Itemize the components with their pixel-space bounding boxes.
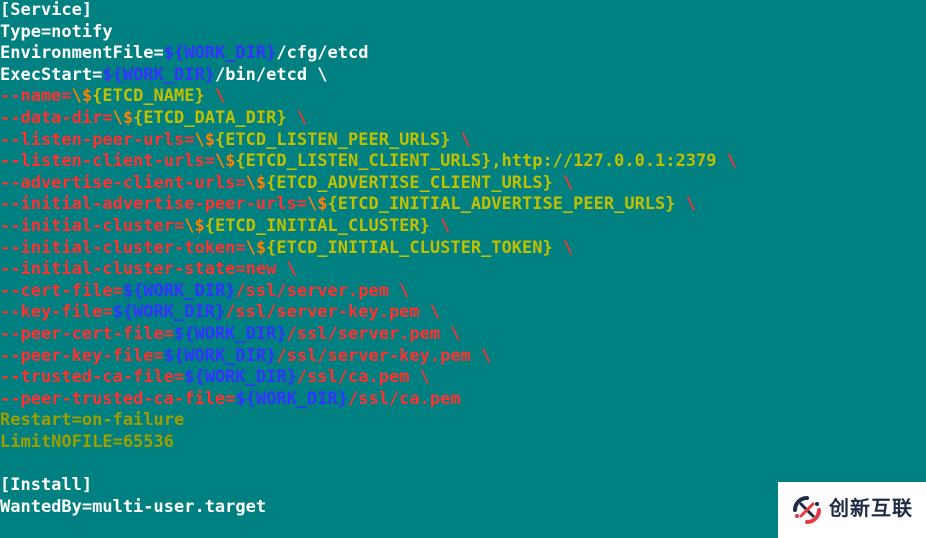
code-segment: \ (205, 86, 225, 106)
code-segment: --peer-cert-file= (0, 324, 174, 344)
code-line: --data-dir=\${ETCD_DATA_DIR} \ (0, 108, 307, 128)
code-segment: ${WORK_DIR} (184, 367, 297, 387)
code-segment: \ (430, 216, 450, 236)
code-segment: --peer-trusted-ca-file= (0, 389, 235, 409)
code-segment: --trusted-ca-file= (0, 367, 184, 387)
code-segment: --cert-file= (0, 281, 123, 301)
code-segment: {ETCD_INITIAL_ADVERTISE_PEER_URLS} (328, 194, 676, 214)
code-segment: /cfg/etcd (276, 43, 368, 63)
code-line: ExecStart=${WORK_DIR}/bin/etcd \ (0, 65, 328, 85)
code-segment: EnvironmentFile= (0, 43, 164, 63)
code-line: --peer-cert-file=${WORK_DIR}/ssl/server.… (0, 324, 461, 344)
code-segment: ${WORK_DIR} (164, 346, 277, 366)
code-segment: \ (287, 108, 307, 128)
code-line: --listen-client-urls=\${ETCD_LISTEN_CLIE… (0, 151, 737, 171)
code-segment: --initial-cluster= (0, 216, 184, 236)
code-segment: \ (450, 130, 470, 150)
code-segment: Restart=on-failure (0, 410, 184, 430)
code-line: [Service] (0, 0, 92, 20)
code-segment: ${WORK_DIR} (123, 281, 236, 301)
watermark-logo-icon (791, 494, 823, 526)
code-segment: /ssl/server.pem \ (235, 281, 409, 301)
code-segment: /bin/etcd \ (215, 65, 328, 85)
watermark-text: 创新互联 (829, 499, 913, 521)
code-segment: --key-file= (0, 302, 113, 322)
code-segment: ExecStart= (0, 65, 102, 85)
code-line: LimitNOFILE=65536 (0, 432, 174, 452)
code-segment: --name= (0, 86, 72, 106)
code-segment: ${WORK_DIR} (113, 302, 226, 322)
code-segment: {ETCD_ADVERTISE_CLIENT_URLS} (266, 173, 553, 193)
code-line: WantedBy=multi-user.target (0, 497, 266, 517)
code-line: --initial-advertise-peer-urls=\${ETCD_IN… (0, 194, 696, 214)
code-segment: --advertise-client-urls= (0, 173, 246, 193)
code-segment: \$ (113, 108, 133, 128)
code-line: --name=\${ETCD_NAME} \ (0, 86, 225, 106)
code-segment: \$ (246, 173, 266, 193)
code-segment: {ETCD_LISTEN_CLIENT_URLS},http://127.0.0… (235, 151, 716, 171)
code-segment: WantedBy=multi-user.target (0, 497, 266, 517)
code-line: --advertise-client-urls=\${ETCD_ADVERTIS… (0, 173, 573, 193)
code-segment: Type=notify (0, 22, 113, 42)
code-line: --peer-key-file=${WORK_DIR}/ssl/server-k… (0, 346, 491, 366)
code-line: --trusted-ca-file=${WORK_DIR}/ssl/ca.pem… (0, 367, 430, 387)
code-segment: \ (716, 151, 736, 171)
code-segment: \$ (184, 216, 204, 236)
code-segment: {ETCD_NAME} (92, 86, 205, 106)
code-segment: --listen-peer-urls= (0, 130, 194, 150)
code-block: [Service] Type=notify EnvironmentFile=${… (0, 0, 926, 518)
code-segment: \$ (194, 130, 214, 150)
code-segment: {ETCD_INITIAL_CLUSTER_TOKEN} (266, 238, 553, 258)
code-segment: /ssl/ca.pem \ (297, 367, 430, 387)
code-segment: LimitNOFILE=65536 (0, 432, 174, 452)
code-line: --key-file=${WORK_DIR}/ssl/server-key.pe… (0, 302, 440, 322)
code-segment: \$ (307, 194, 327, 214)
code-segment: {ETCD_INITIAL_CLUSTER} (205, 216, 430, 236)
code-segment: \$ (246, 238, 266, 258)
code-segment: --initial-cluster-token= (0, 238, 246, 258)
code-segment: {ETCD_DATA_DIR} (133, 108, 287, 128)
watermark: 创新互联 (778, 482, 926, 538)
code-line: [Install] (0, 475, 92, 495)
code-line: --initial-cluster-token=\${ETCD_INITIAL_… (0, 238, 573, 258)
code-line: --initial-cluster=\${ETCD_INITIAL_CLUSTE… (0, 216, 450, 236)
code-segment: /ssl/ca.pem (348, 389, 461, 409)
code-line: Restart=on-failure (0, 410, 184, 430)
code-segment: --listen-client-urls= (0, 151, 215, 171)
code-segment: \ (676, 194, 696, 214)
code-line: --listen-peer-urls=\${ETCD_LISTEN_PEER_U… (0, 130, 471, 150)
code-segment: --data-dir= (0, 108, 113, 128)
code-segment: /ssl/server-key.pem \ (225, 302, 440, 322)
code-line: --initial-cluster-state=new \ (0, 259, 297, 279)
code-segment: \$ (72, 86, 92, 106)
code-line: --peer-trusted-ca-file=${WORK_DIR}/ssl/c… (0, 389, 461, 409)
code-segment: --initial-cluster-state=new \ (0, 259, 297, 279)
code-line: Type=notify (0, 22, 113, 42)
code-segment: ${WORK_DIR} (102, 65, 215, 85)
code-line: --cert-file=${WORK_DIR}/ssl/server.pem \ (0, 281, 409, 301)
code-segment: [Service] (0, 0, 92, 20)
code-segment: {ETCD_LISTEN_PEER_URLS} (215, 130, 450, 150)
code-segment: \$ (215, 151, 235, 171)
code-segment: --initial-advertise-peer-urls= (0, 194, 307, 214)
code-segment: --peer-key-file= (0, 346, 164, 366)
code-segment: ${WORK_DIR} (235, 389, 348, 409)
code-segment: ${WORK_DIR} (164, 43, 277, 63)
code-line: EnvironmentFile=${WORK_DIR}/cfg/etcd (0, 43, 368, 63)
code-segment: /ssl/server.pem \ (287, 324, 461, 344)
code-segment: \ (553, 173, 573, 193)
code-segment: \ (553, 238, 573, 258)
code-segment: [Install] (0, 475, 92, 495)
code-segment: /ssl/server-key.pem \ (276, 346, 491, 366)
code-segment: ${WORK_DIR} (174, 324, 287, 344)
